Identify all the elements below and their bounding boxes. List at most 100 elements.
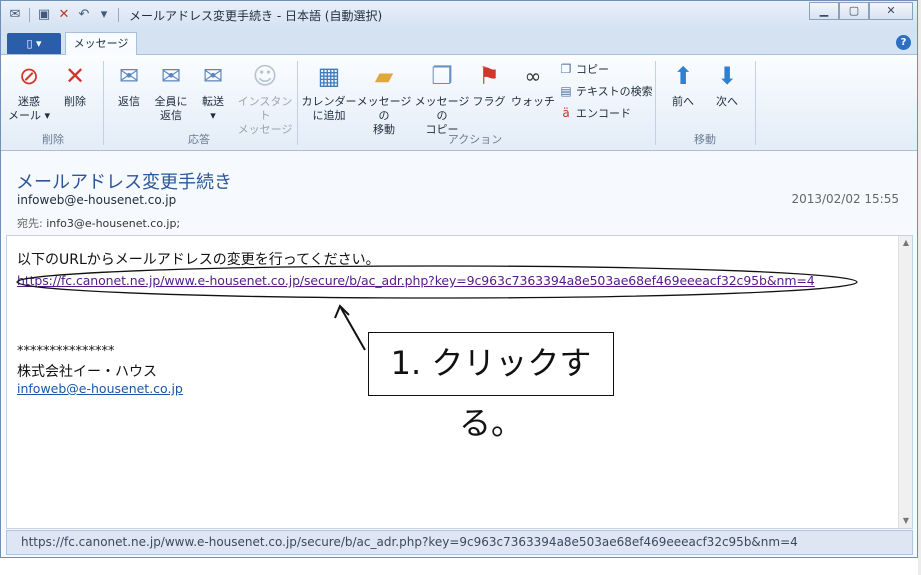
group-label-move: 移動 <box>694 133 716 146</box>
document-icon: ▤ <box>560 84 572 98</box>
signature-separator: *************** <box>17 344 115 359</box>
encode-label: エンコード <box>576 107 631 120</box>
copy-msg-label: メッセージの <box>414 95 470 122</box>
divider <box>103 61 104 145</box>
forward-label: 転送 <box>202 95 224 108</box>
window-title: メールアドレス変更手続き - 日本語 (自動選択) <box>129 9 383 23</box>
to-label: 宛先: <box>17 217 43 230</box>
reply-label: 返信 <box>118 95 140 108</box>
divider <box>655 61 656 145</box>
junk-label-2: メール ▾ <box>7 109 51 122</box>
reply-all-icon: ✉ <box>160 62 182 90</box>
instant-message-button: ☺ インスタント メッセージ <box>235 61 295 137</box>
flag-icon: ⚑ <box>478 62 500 90</box>
group-label-actions: アクション <box>447 133 503 146</box>
forward-icon: ✉ <box>202 62 224 90</box>
tab-message[interactable]: メッセージ <box>65 32 137 55</box>
add-to-calendar-button[interactable]: ▦ カレンダー に追加 <box>301 61 357 123</box>
reply-icon[interactable]: ↶ <box>76 7 92 23</box>
arrow-down-icon: ⬇ <box>716 62 738 90</box>
watch-button[interactable]: ∞ ウォッチ <box>511 61 555 109</box>
next-button[interactable]: ⬇ 次へ <box>705 61 749 109</box>
help-icon[interactable]: ? <box>896 35 911 50</box>
encode-button[interactable]: ä エンコード <box>559 105 631 121</box>
junk-label: 迷惑 <box>18 95 40 108</box>
flag-button[interactable]: ⚑ フラグ <box>469 61 509 109</box>
reply-button[interactable]: ✉ 返信 <box>105 61 153 109</box>
move-message-button[interactable]: ▰ メッセージの 移動 <box>355 61 413 137</box>
window-controls: ▁ ▢ ✕ <box>809 2 913 20</box>
message-body[interactable]: 以下のURLからメールアドレスの変更を行ってください。 https://fc.c… <box>6 235 913 529</box>
message-header: メールアドレス変更手続き infoweb@e-housenet.co.jp 20… <box>1 152 917 234</box>
body-instruction: 以下のURLからメールアドレスの変更を行ってください。 <box>17 252 380 268</box>
flag-label: フラグ <box>472 95 506 108</box>
status-bar-url: https://fc.canonet.ne.jp/www.e-housenet.… <box>6 530 913 555</box>
change-url-link[interactable]: https://fc.canonet.ne.jp/www.e-housenet.… <box>17 273 815 288</box>
divider <box>29 8 30 22</box>
company-name: 株式会社イー・ハウス <box>17 364 157 380</box>
find-text-button[interactable]: ▤ テキストの検索 <box>559 83 653 99</box>
junk-button[interactable]: ⊘ 迷惑 メール ▾ <box>5 61 53 123</box>
recipient-line: 宛先: info3@e-housenet.co.jp; <box>17 215 180 231</box>
encoding-icon: ä <box>562 106 570 120</box>
prev-label: 前へ <box>672 95 694 108</box>
calendar-label: カレンダー <box>301 95 357 108</box>
next-label: 次へ <box>716 95 738 108</box>
divider <box>297 61 298 145</box>
reply-all-label: 全員に <box>154 95 188 108</box>
arrow-up-icon: ⬆ <box>672 62 694 90</box>
copy-label: コピー <box>576 63 609 76</box>
pointer-arrow-line <box>340 307 366 351</box>
group-actions: ▦ カレンダー に追加 ▰ メッセージの 移動 ❐ メッセージの コピー ⚑ フ… <box>299 57 653 149</box>
copy-button[interactable]: ❐ コピー <box>559 61 609 77</box>
calendar-label-2: に追加 <box>312 109 346 122</box>
maximize-button[interactable]: ▢ <box>839 2 869 20</box>
group-respond: ✉ 返信 ✉ 全員に 返信 ✉ 転送 ▾ ☺ インスタント メッセージ 応答 <box>105 57 293 149</box>
close-button[interactable]: ✕ <box>869 2 913 20</box>
delete-label: 削除 <box>64 95 86 108</box>
mail-icon: ✉ <box>9 7 21 22</box>
reply-all-button[interactable]: ✉ 全員に 返信 <box>147 61 195 123</box>
title-bar: ✉ ▣ ✕ ↶ ▾ メールアドレス変更手続き - 日本語 (自動選択) ▁ ▢ … <box>1 1 917 31</box>
divider <box>118 8 119 22</box>
move-msg-label: メッセージの <box>356 95 412 122</box>
pointer-arrow-head <box>334 304 350 319</box>
divider <box>755 61 756 145</box>
delete-icon[interactable]: ✕ <box>56 7 72 23</box>
find-text-label: テキストの検索 <box>576 85 653 98</box>
scroll-up-icon[interactable]: ▲ <box>899 236 913 250</box>
scroll-down-icon[interactable]: ▼ <box>899 514 913 528</box>
block-icon: ⊘ <box>18 62 40 90</box>
vertical-scrollbar[interactable]: ▲ ▼ <box>898 236 912 528</box>
dropdown-icon[interactable]: ▾ <box>96 7 112 23</box>
signature-email-link[interactable]: infoweb@e-housenet.co.jp <box>17 381 183 396</box>
group-label-respond: 応答 <box>188 133 210 146</box>
previous-button[interactable]: ⬆ 前へ <box>661 61 705 109</box>
reply-all-label-2: 返信 <box>160 109 182 122</box>
group-delete: ⊘ 迷惑 メール ▾ ✕ 削除 削除 <box>5 57 101 149</box>
save-icon[interactable]: ▣ <box>36 7 52 23</box>
forward-dropdown: ▾ <box>210 109 216 122</box>
copy-message-button[interactable]: ❐ メッセージの コピー <box>413 61 471 137</box>
document-copy-icon: ❐ <box>431 62 453 90</box>
person-icon: ☺ <box>252 62 278 90</box>
file-tab[interactable]: ▯ ▾ <box>7 33 61 54</box>
annotation-callout: 1. クリックする。 <box>368 332 614 442</box>
ribbon-tab-row: ▯ ▾ メッセージ ? <box>1 31 917 55</box>
outlook-message-window: ✉ ▣ ✕ ↶ ▾ メールアドレス変更手続き - 日本語 (自動選択) ▁ ▢ … <box>0 0 918 558</box>
delete-button[interactable]: ✕ 削除 <box>51 61 99 109</box>
quick-access-toolbar: ✉ ▣ ✕ ↶ ▾ <box>7 7 121 23</box>
folder-move-icon: ▰ <box>374 62 394 90</box>
minimize-button[interactable]: ▁ <box>809 2 839 20</box>
delete-x-icon: ✕ <box>64 62 86 90</box>
copy-icon: ❐ <box>560 62 572 76</box>
recipient-address[interactable]: info3@e-housenet.co.jp; <box>46 217 180 230</box>
sender-address[interactable]: infoweb@e-housenet.co.jp <box>17 193 176 207</box>
forward-button[interactable]: ✉ 転送 ▾ <box>189 61 237 123</box>
calendar-icon: ▦ <box>317 62 341 90</box>
group-label-delete: 削除 <box>42 133 64 146</box>
im-label: インスタント <box>237 95 293 122</box>
reply-envelope-icon: ✉ <box>118 62 140 90</box>
group-move: ⬆ 前へ ⬇ 次へ 移動 <box>657 57 753 149</box>
glasses-icon: ∞ <box>524 64 542 88</box>
